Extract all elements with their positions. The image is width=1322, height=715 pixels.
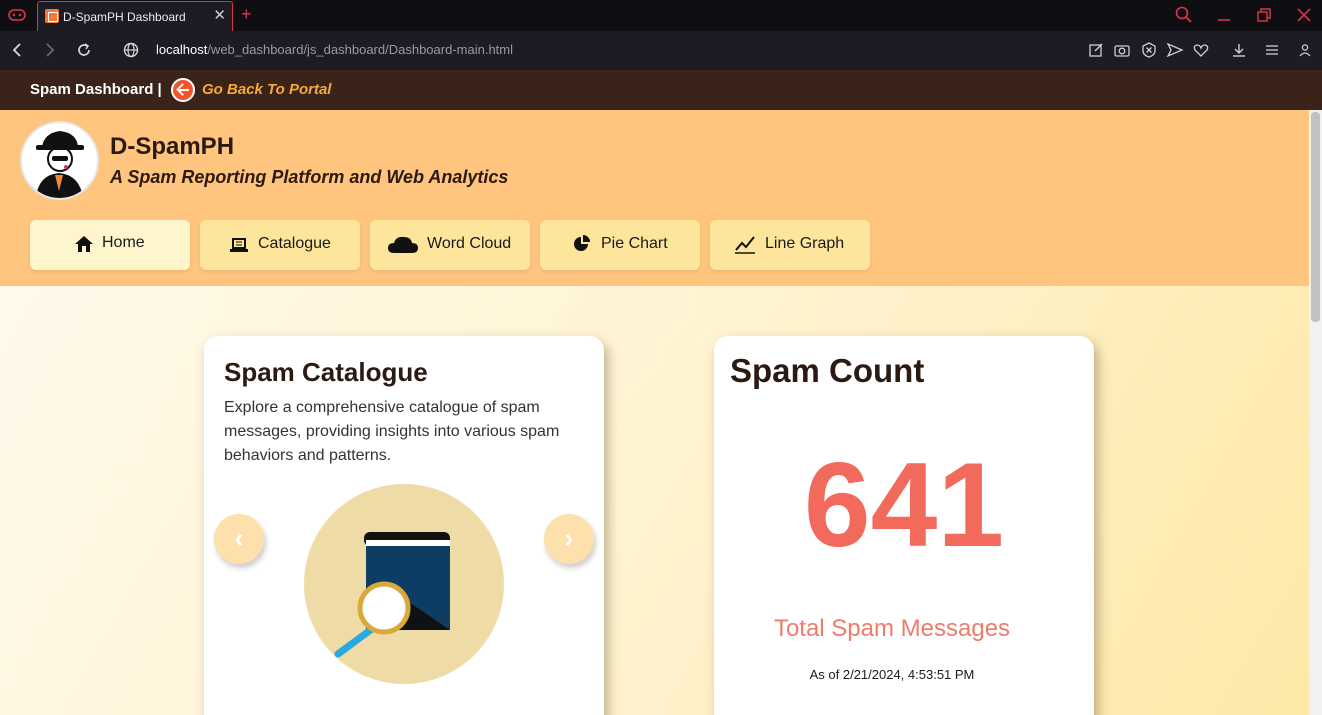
url-field[interactable]: localhost/web_dashboard/js_dashboard/Das… (156, 42, 513, 57)
block-icon[interactable] (1140, 41, 1158, 59)
globe-icon[interactable] (121, 40, 141, 60)
close-window-icon[interactable] (1292, 4, 1316, 26)
page: Spam Dashboard | Go Back To Portal D-Spa… (0, 70, 1322, 715)
spam-catalogue-card: Spam Catalogue Explore a comprehensive c… (204, 336, 604, 715)
tab-favicon-icon (45, 9, 59, 23)
forward-icon[interactable] (40, 40, 60, 60)
send-icon[interactable] (1166, 41, 1184, 59)
line-graph-icon (735, 236, 755, 254)
scrollbar-thumb[interactable] (1311, 112, 1320, 322)
tab-close-icon[interactable]: ✕ (213, 7, 226, 25)
site-header: D-SpamPH A Spam Reporting Platform and W… (0, 110, 1309, 286)
new-tab-icon[interactable]: + (241, 3, 252, 25)
nav-pie-chart-label: Pie Chart (601, 235, 668, 252)
carousel-next-button[interactable]: › (544, 514, 594, 564)
nav-word-cloud-button[interactable]: Word Cloud (370, 220, 530, 270)
nav-line-graph-button[interactable]: Line Graph (710, 220, 870, 270)
arrow-left-circle-icon (171, 78, 195, 102)
nav-pie-chart-button[interactable]: Pie Chart (540, 220, 700, 270)
nav-home-label: Home (102, 234, 145, 251)
nav-home-button[interactable]: Home (30, 220, 190, 270)
pie-chart-icon (574, 235, 590, 251)
minimize-icon[interactable] (1212, 4, 1236, 26)
edit-icon[interactable] (1087, 41, 1105, 59)
url-host: localhost (156, 42, 208, 57)
catalogue-card-description: Explore a comprehensive catalogue of spa… (224, 399, 560, 464)
heart-icon[interactable] (1192, 41, 1210, 59)
nav-line-graph-label: Line Graph (765, 235, 845, 252)
catalogue-card-title: Spam Catalogue (224, 357, 428, 387)
menu-icon[interactable] (1263, 41, 1281, 59)
nav-catalogue-label: Catalogue (258, 235, 331, 252)
browser-tab[interactable]: D-SpamPH Dashboard ✕ (37, 1, 233, 31)
brand-name: D-SpamPH (110, 133, 235, 160)
profile-icon[interactable] (1296, 41, 1314, 59)
camera-icon[interactable] (1113, 41, 1131, 59)
search-icon[interactable] (1172, 4, 1196, 26)
book-search-illustration (304, 484, 504, 684)
spam-count-timestamp: As of 2/21/2024, 4:53:51 PM (809, 667, 975, 682)
address-bar: localhost/web_dashboard/js_dashboard/Das… (0, 31, 1322, 70)
laptop-icon (230, 238, 248, 252)
carousel-prev-button[interactable]: ‹ (214, 514, 264, 564)
url-path: /web_dashboard/js_dashboard/Dashboard-ma… (207, 42, 513, 57)
hacker-figure-icon (36, 131, 84, 198)
logo-avatar (20, 121, 99, 200)
tab-title: D-SpamPH Dashboard (63, 10, 186, 24)
gamepad-icon[interactable] (8, 8, 26, 22)
download-icon[interactable] (1230, 41, 1248, 59)
dashboard-title: Spam Dashboard | (30, 81, 162, 98)
spam-count-label: Total Spam Messages (773, 615, 1011, 642)
spam-count-value: 641 (803, 438, 1005, 572)
back-icon[interactable] (7, 40, 27, 60)
back-to-portal-label: Go Back To Portal (202, 81, 332, 98)
brand-tagline: A Spam Reporting Platform and Web Analyt… (110, 167, 509, 187)
cloud-icon (388, 236, 418, 253)
reload-icon[interactable] (74, 40, 94, 60)
spam-count-card: Spam Count 641 Total Spam Messages As of… (714, 336, 1094, 715)
page-scrollbar[interactable] (1309, 110, 1322, 715)
count-card-title: Spam Count (730, 352, 925, 389)
nav-catalogue-button[interactable]: Catalogue (200, 220, 360, 270)
home-icon (75, 236, 93, 252)
top-bar: Spam Dashboard | Go Back To Portal (0, 70, 1322, 110)
browser-tab-bar: D-SpamPH Dashboard ✕ + (0, 0, 1322, 31)
restore-icon[interactable] (1252, 4, 1276, 26)
nav-word-cloud-label: Word Cloud (427, 235, 512, 252)
